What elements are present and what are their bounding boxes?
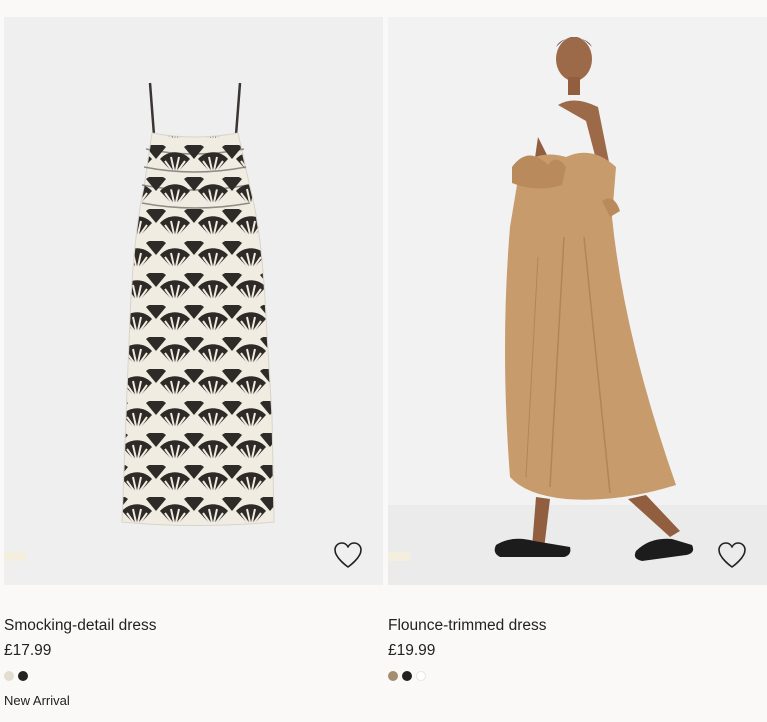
color-swatches bbox=[388, 671, 426, 681]
favourite-button[interactable] bbox=[717, 541, 747, 569]
heart-outline-icon[interactable] bbox=[333, 541, 363, 569]
favourite-button[interactable] bbox=[333, 541, 363, 569]
color-swatch[interactable] bbox=[402, 671, 412, 681]
product-card[interactable]: Smocking-detail dress £17.99 New Arrival bbox=[4, 17, 383, 708]
product-photo-smocking-dress[interactable] bbox=[4, 17, 383, 585]
product-image[interactable] bbox=[4, 17, 383, 585]
product-image[interactable] bbox=[388, 17, 767, 585]
color-swatch[interactable] bbox=[4, 671, 14, 681]
new-arrival-badge: New Arrival bbox=[4, 693, 70, 708]
color-swatches bbox=[4, 671, 28, 681]
color-swatch[interactable] bbox=[18, 671, 28, 681]
product-price: £19.99 bbox=[388, 642, 436, 659]
image-badge-strip bbox=[388, 552, 410, 561]
product-grid: Smocking-detail dress £17.99 New Arrival bbox=[0, 0, 767, 722]
product-title[interactable]: Flounce-trimmed dress bbox=[388, 616, 547, 636]
image-badge-strip bbox=[4, 552, 26, 561]
product-card[interactable]: Flounce-trimmed dress £19.99 bbox=[388, 17, 767, 681]
product-photo-flounce-dress[interactable] bbox=[388, 17, 767, 585]
heart-outline-icon[interactable] bbox=[717, 541, 747, 569]
product-price: £17.99 bbox=[4, 642, 52, 659]
color-swatch[interactable] bbox=[416, 671, 426, 681]
color-swatch[interactable] bbox=[388, 671, 398, 681]
product-title[interactable]: Smocking-detail dress bbox=[4, 616, 156, 636]
